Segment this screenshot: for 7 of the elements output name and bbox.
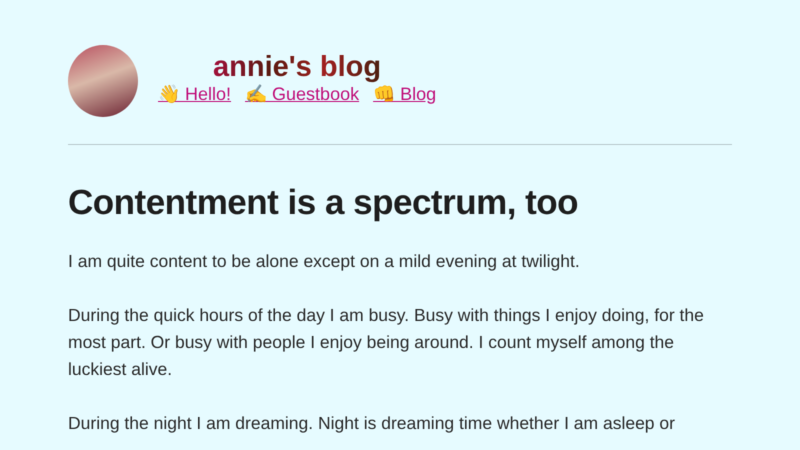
nav-link[interactable]: 👋 Hello! <box>158 83 232 105</box>
post-paragraph: During the night I am dreaming. Night is dreaming time whether I am asleep or <box>68 412 676 435</box>
nav-link[interactable]: ✍ Guestbook <box>245 83 360 105</box>
post-paragraph: During the quick hours of the day I am busy. Busy with things I enjoy doing, for the most part. Or busy with people I enjoy being around. I count myself among the luckiest alive. <box>68 304 705 381</box>
post-paragraph: I am quite content to be alone except on a mild evening at twilight. <box>68 250 581 273</box>
post-title: Contentment is a spectrum, too <box>68 182 580 224</box>
nav-link[interactable]: 👊 Blog <box>373 83 436 105</box>
